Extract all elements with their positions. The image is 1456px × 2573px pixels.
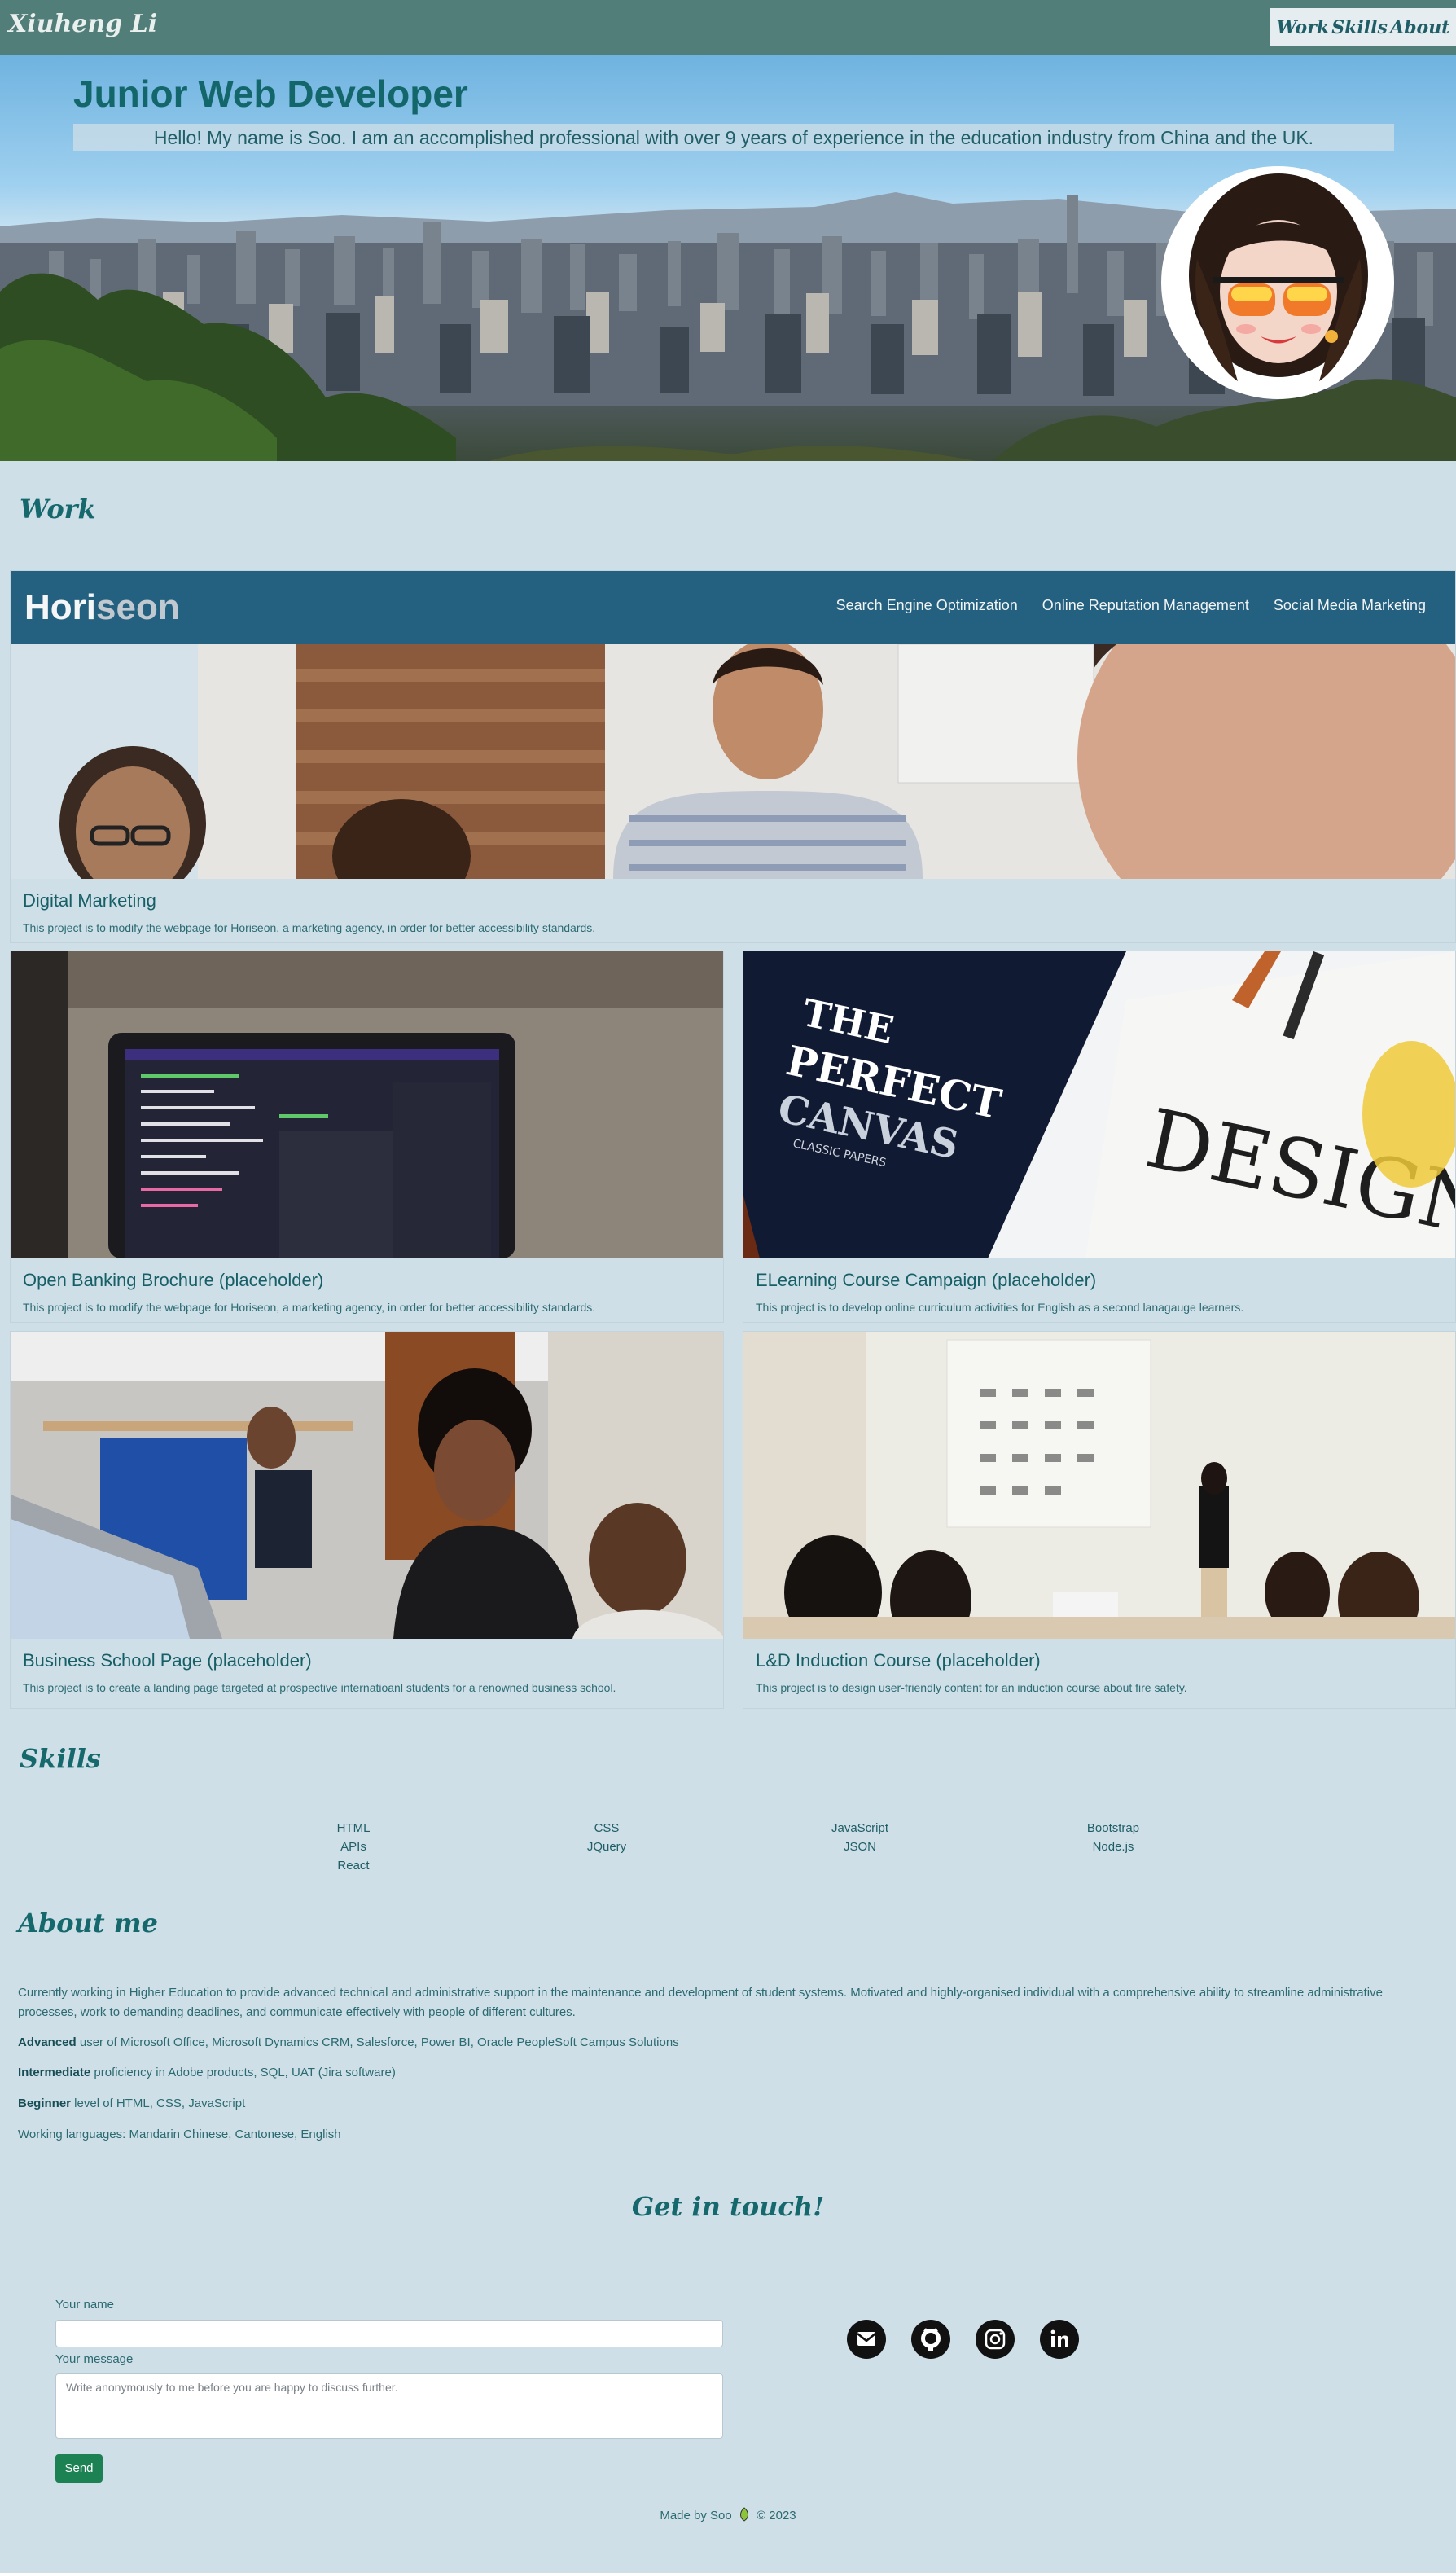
skill-item: JavaScript xyxy=(831,1821,889,1835)
skill-item: HTML xyxy=(336,1821,371,1835)
avatar-illustration xyxy=(1164,169,1391,396)
project-image-open-banking[interactable] xyxy=(11,951,723,1258)
skill-item: JQuery xyxy=(586,1840,627,1854)
nav-links: Work Skills About xyxy=(1270,8,1456,46)
instagram-glyph xyxy=(985,2329,1006,2350)
nav-link-about[interactable]: About xyxy=(1390,17,1449,38)
name-input[interactable] xyxy=(55,2320,723,2347)
linkedin-icon[interactable] xyxy=(1040,2320,1079,2359)
email-icon[interactable] xyxy=(847,2320,886,2359)
classroom-presentation-photo xyxy=(743,1332,1455,1639)
horiseon-logo-main: Hori xyxy=(24,587,96,627)
hero-title: Junior Web Developer xyxy=(73,72,468,115)
skills-column-4: Bootstrap Node.js xyxy=(1024,1819,1203,1856)
project-desc-open-banking: This project is to modify the webpage fo… xyxy=(23,1301,596,1314)
skills-heading: Skills xyxy=(20,1743,101,1774)
about-intro: Currently working in Higher Education to… xyxy=(18,1986,1383,2019)
project-card-open-banking[interactable]: Open Banking Brochure (placeholder) This… xyxy=(10,951,724,1323)
about-intermediate-label: Intermediate xyxy=(18,2066,91,2079)
about-intermediate-text: proficiency in Adobe products, SQL, UAT … xyxy=(90,2066,396,2079)
project-title-elearning[interactable]: ELearning Course Campaign (placeholder) xyxy=(756,1270,1096,1291)
skill-item: React xyxy=(337,1859,370,1873)
project-title-business-school[interactable]: Business School Page (placeholder) xyxy=(23,1650,312,1671)
message-label: Your message xyxy=(55,2352,134,2366)
project-card-induction[interactable]: L&D Induction Course (placeholder) This … xyxy=(743,1331,1456,1709)
skills-column-1: HTML APIs React xyxy=(264,1819,443,1875)
about-intermediate: Intermediate proficiency in Adobe produc… xyxy=(18,2063,1402,2083)
project-card-business-school[interactable]: Business School Page (placeholder) This … xyxy=(10,1331,724,1709)
horiseon-link-social: Social Media Marketing xyxy=(1273,597,1426,613)
github-glyph xyxy=(921,2328,941,2351)
featured-project-card[interactable]: Horiseon Search Engine Optimization Onli… xyxy=(10,570,1456,943)
work-heading: Work xyxy=(20,494,96,525)
horiseon-header-bar: Horiseon Search Engine Optimization Onli… xyxy=(11,571,1455,644)
about-heading: About me xyxy=(18,1908,158,1939)
instagram-icon[interactable] xyxy=(976,2320,1015,2359)
hero-banner: Junior Web Developer Hello! My name is S… xyxy=(0,55,1456,461)
leaf-glyph xyxy=(739,2507,748,2522)
project-desc-induction: This project is to design user-friendly … xyxy=(756,1681,1187,1694)
about-languages: Working languages: Mandarin Chinese, Can… xyxy=(18,2127,341,2141)
skill-item: APIs xyxy=(340,1840,366,1854)
about-beginner: Beginner level of HTML, CSS, JavaScript xyxy=(18,2094,1402,2114)
project-image-business-school[interactable] xyxy=(11,1332,723,1639)
footer: Made by Soo © 2023 xyxy=(0,2507,1456,2525)
skills-column-2: CSS JQuery xyxy=(517,1819,696,1856)
skills-column-3: JavaScript JSON xyxy=(770,1819,949,1856)
name-label: Your name xyxy=(55,2298,114,2312)
project-desc-business-school: This project is to create a landing page… xyxy=(23,1681,616,1694)
featured-project-title[interactable]: Digital Marketing xyxy=(23,890,156,911)
skill-item: CSS xyxy=(594,1821,620,1835)
about-beginner-label: Beginner xyxy=(18,2097,72,2110)
project-title-induction[interactable]: L&D Induction Course (placeholder) xyxy=(756,1650,1041,1671)
send-button[interactable]: Send xyxy=(55,2454,103,2483)
about-advanced: Advanced user of Microsoft Office, Micro… xyxy=(18,2033,1402,2053)
laptop-code-photo xyxy=(11,951,723,1258)
horiseon-link-seo: Search Engine Optimization xyxy=(835,597,1018,613)
horiseon-logo: Horiseon xyxy=(24,587,180,628)
skill-item: JSON xyxy=(843,1840,876,1854)
github-icon[interactable] xyxy=(911,2320,950,2359)
project-title-open-banking[interactable]: Open Banking Brochure (placeholder) xyxy=(23,1270,323,1291)
email-glyph xyxy=(857,2332,876,2346)
message-textarea[interactable]: Write anonymously to me before you are h… xyxy=(55,2373,723,2439)
project-image-induction[interactable] xyxy=(743,1332,1455,1639)
nav-link-work[interactable]: Work xyxy=(1277,17,1329,38)
featured-project-desc: This project is to modify the webpage fo… xyxy=(23,921,596,934)
profile-avatar xyxy=(1161,166,1394,399)
about-advanced-label: Advanced xyxy=(18,2035,77,2049)
footer-year: © 2023 xyxy=(757,2508,796,2523)
design-books-photo: THE PERFECT CANVAS CLASSIC PAPERS DESIGN xyxy=(743,951,1455,1258)
skill-item: Bootstrap xyxy=(1086,1821,1140,1835)
project-image-elearning[interactable]: THE PERFECT CANVAS CLASSIC PAPERS DESIGN xyxy=(743,951,1455,1258)
top-nav: Xiuheng Li Work Skills About xyxy=(0,0,1456,55)
horiseon-link-reputation: Online Reputation Management xyxy=(1042,597,1249,613)
project-card-elearning[interactable]: THE PERFECT CANVAS CLASSIC PAPERS DESIGN… xyxy=(743,951,1456,1323)
hero-subtitle: Hello! My name is Soo. I am an accomplis… xyxy=(73,124,1394,151)
horiseon-nav: Search Engine Optimization Online Reputa… xyxy=(836,597,1426,614)
about-beginner-text: level of HTML, CSS, JavaScript xyxy=(71,2097,246,2110)
skill-item: Node.js xyxy=(1092,1840,1134,1854)
leaf-icon xyxy=(739,2507,750,2525)
brand-logo[interactable]: Xiuheng Li xyxy=(8,10,157,38)
about-advanced-text: user of Microsoft Office, Microsoft Dyna… xyxy=(76,2035,679,2049)
project-desc-elearning: This project is to develop online curric… xyxy=(756,1301,1244,1314)
contact-heading: Get in touch! xyxy=(631,2191,825,2222)
footer-made-by: Made by Soo xyxy=(660,2508,732,2523)
horiseon-logo-rest: seon xyxy=(96,587,180,627)
students-office-photo xyxy=(11,1332,723,1639)
nav-link-skills[interactable]: Skills xyxy=(1331,17,1388,38)
linkedin-glyph xyxy=(1050,2329,1068,2347)
